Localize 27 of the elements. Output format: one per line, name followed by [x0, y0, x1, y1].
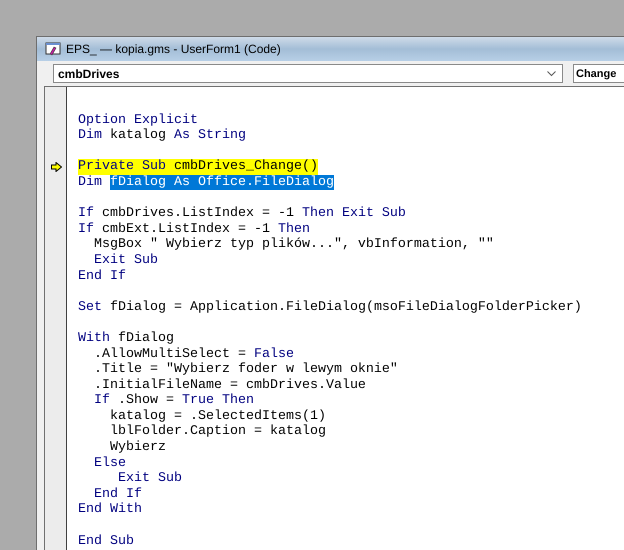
- code-line: End If: [92, 486, 142, 502]
- form-icon: [45, 42, 61, 56]
- code-line: .Title = "Wybierz foder w lewym oknie": [92, 362, 398, 378]
- code-line: .AllowMultiSelect = False: [92, 346, 294, 362]
- code-line: katalog = .SelectedItems(1): [108, 408, 326, 424]
- code-line: If cmbExt.ListIndex = -1 Then: [78, 222, 310, 237]
- window-title: EPS_ — kopia.gms - UserForm1 (Code): [66, 42, 281, 56]
- code-line: Exit Sub: [116, 471, 182, 487]
- object-dropdown[interactable]: cmbDrives: [53, 64, 563, 83]
- code-line: Dim katalog As String: [78, 128, 246, 144]
- code-line: Else: [92, 456, 126, 471]
- caret-icon: [547, 70, 556, 76]
- code-line: .InitialFileName = cmbDrives.Value: [92, 378, 366, 393]
- code-line: Dim fDialog As Office.FileDialog: [78, 174, 334, 191]
- code-line: lblFolder.Caption = katalog: [108, 424, 326, 440]
- procedure-dropdown[interactable]: Change: [573, 64, 624, 83]
- code-line: MsgBox " Wybierz typ plików...", vbInformation, "": [92, 237, 494, 253]
- code-line: If .Show = True Then: [92, 393, 254, 409]
- code-line: With fDialog: [78, 330, 174, 346]
- code-line: Set fDialog = Application.FileDialog(msoFileDialogFolderPicker): [78, 300, 582, 316]
- code-line: Option Explicit: [78, 112, 198, 128]
- code-line: If cmbDrives.ListIndex = -1 Then Exit Sub: [78, 206, 406, 222]
- code-line: End Sub: [78, 534, 134, 550]
- code-line: Wybierz: [108, 440, 166, 456]
- code-line: End If: [78, 268, 126, 284]
- code-line: Exit Sub: [92, 252, 158, 269]
- code-line: End With: [78, 502, 142, 518]
